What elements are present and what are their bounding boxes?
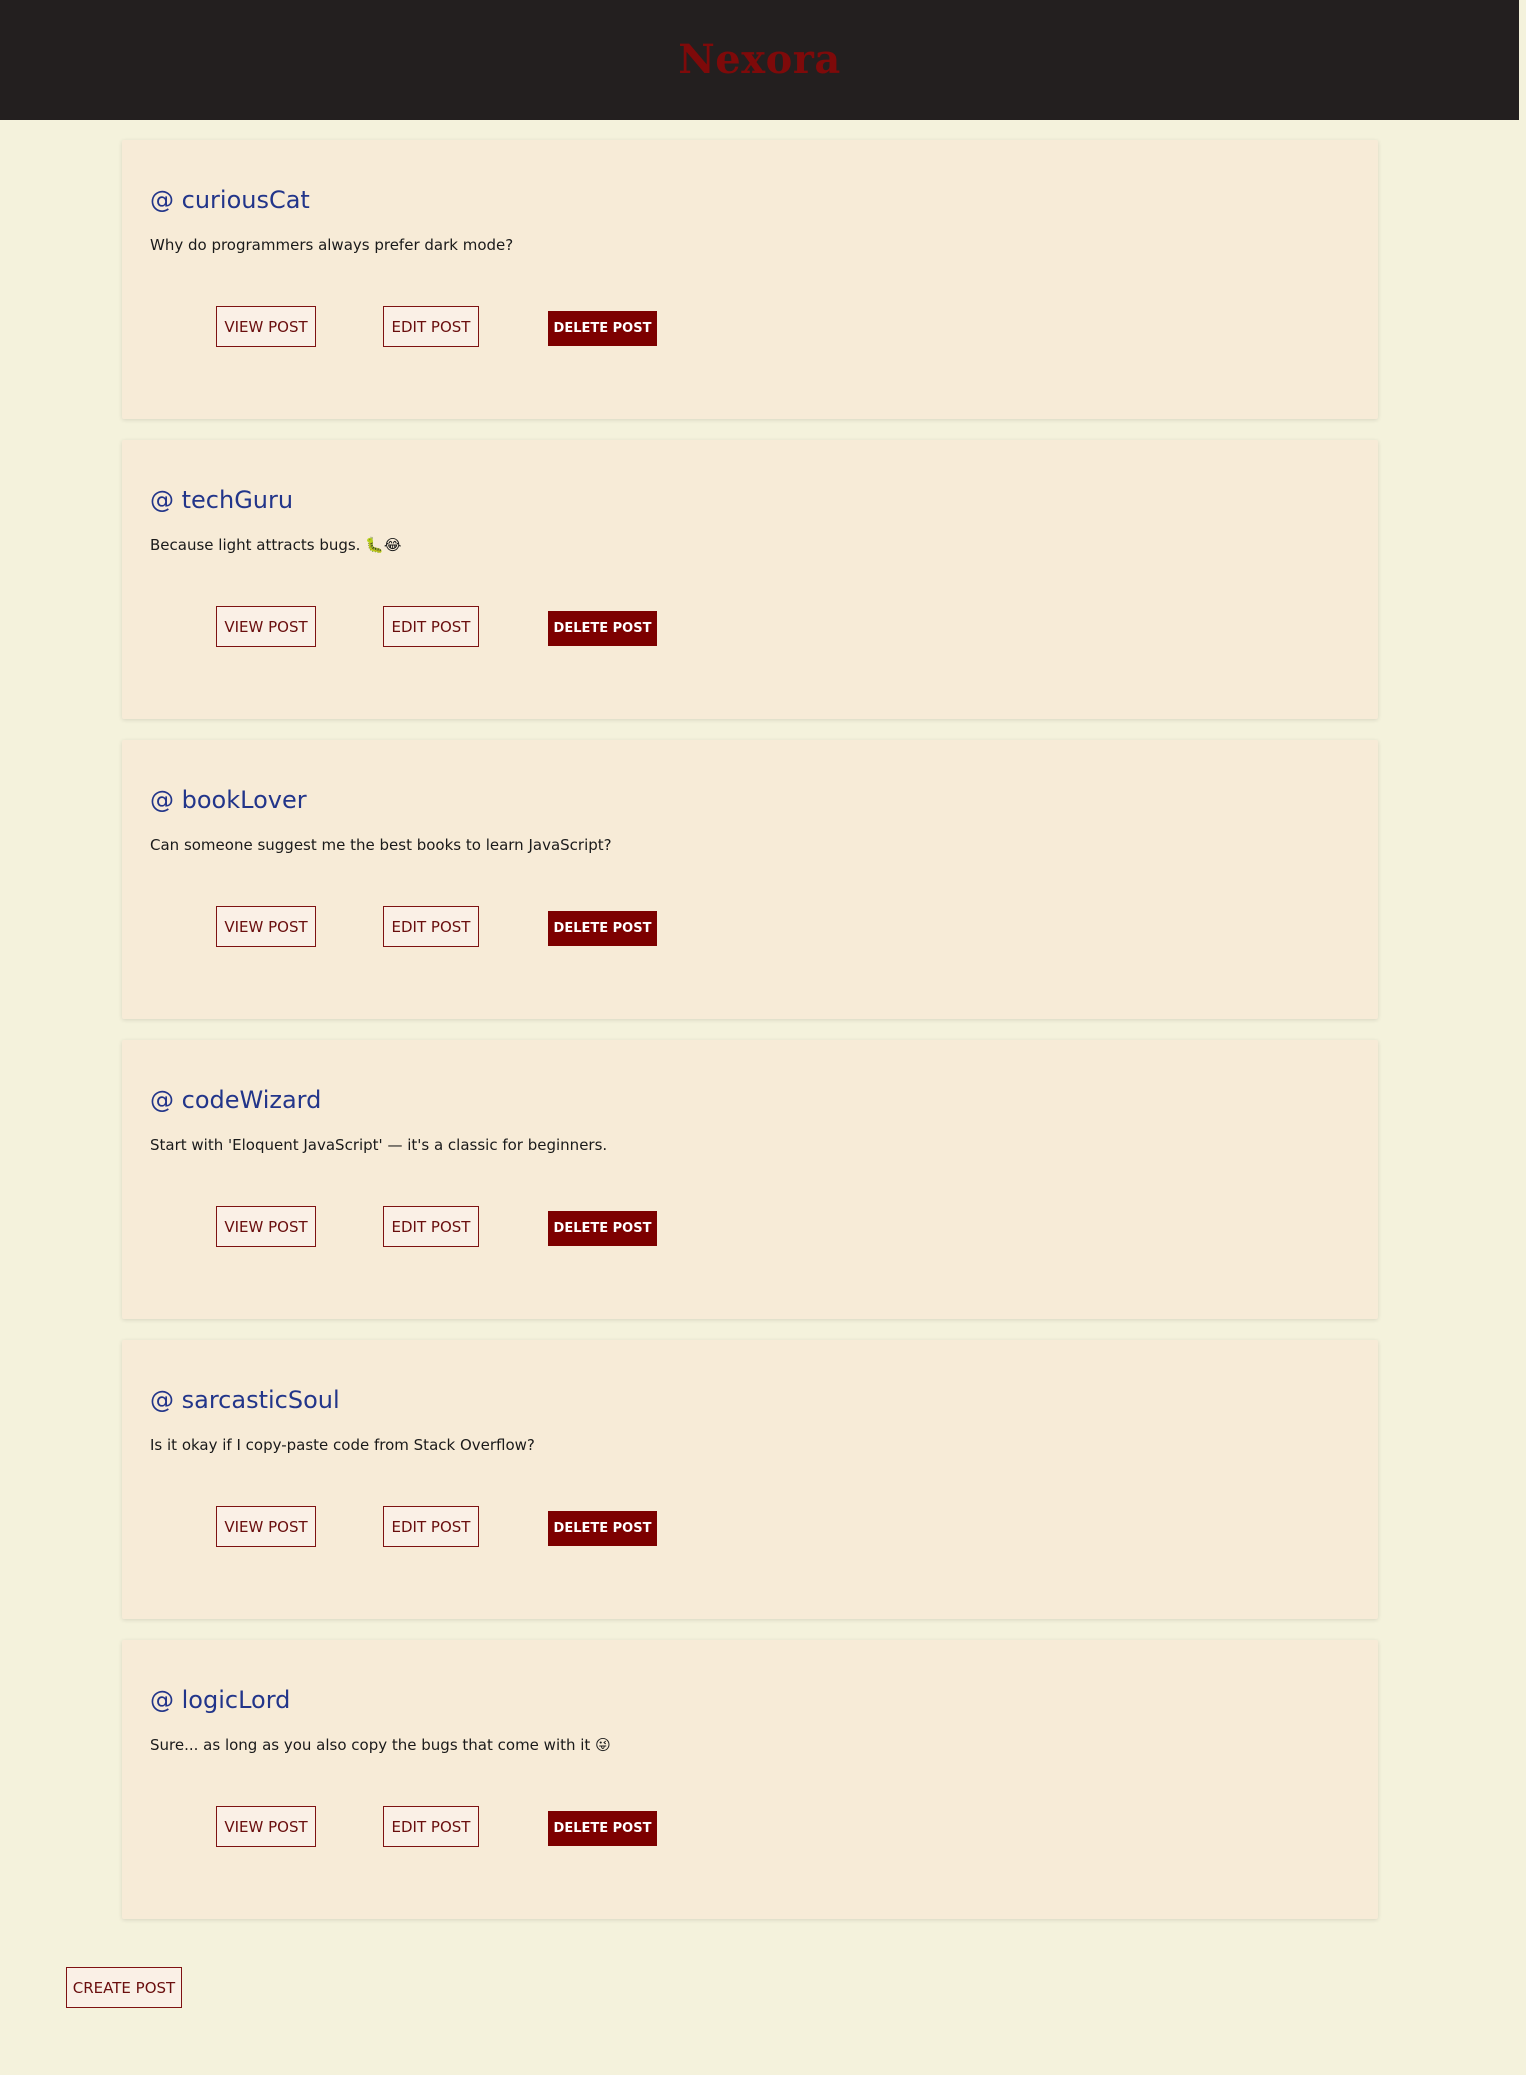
view-post-button[interactable]: VIEW POST xyxy=(216,1506,316,1547)
post-content: Why do programmers always prefer dark mo… xyxy=(150,236,514,254)
create-post-button[interactable]: CREATE POST xyxy=(66,1967,182,2008)
post-card: @ techGuru Because light attracts bugs. … xyxy=(122,440,1378,719)
edit-post-button[interactable]: EDIT POST xyxy=(383,306,479,347)
app-header: Nexora xyxy=(0,0,1519,120)
view-post-button[interactable]: VIEW POST xyxy=(216,306,316,347)
edit-post-button[interactable]: EDIT POST xyxy=(383,606,479,647)
post-card: @ codeWizard Start with 'Eloquent JavaSc… xyxy=(122,1040,1378,1319)
brand-title: Nexora xyxy=(678,35,841,83)
delete-post-button[interactable]: DELETE POST xyxy=(548,1811,657,1846)
post-card: @ logicLord Sure... as long as you also … xyxy=(122,1640,1378,1919)
delete-post-button[interactable]: DELETE POST xyxy=(548,1511,657,1546)
post-content: Because light attracts bugs. 🐛😂 xyxy=(150,536,402,554)
post-card: @ curiousCat Why do programmers always p… xyxy=(122,140,1378,419)
post-username: @ curiousCat xyxy=(150,186,310,214)
edit-post-button[interactable]: EDIT POST xyxy=(383,1506,479,1547)
post-username: @ logicLord xyxy=(150,1686,291,1714)
post-content: Is it okay if I copy-paste code from Sta… xyxy=(150,1436,535,1454)
edit-post-button[interactable]: EDIT POST xyxy=(383,1806,479,1847)
post-list: @ curiousCat Why do programmers always p… xyxy=(122,140,1378,1940)
post-username: @ techGuru xyxy=(150,486,294,514)
post-username: @ codeWizard xyxy=(150,1086,322,1114)
view-post-button[interactable]: VIEW POST xyxy=(216,1206,316,1247)
post-username: @ sarcasticSoul xyxy=(150,1386,340,1414)
view-post-button[interactable]: VIEW POST xyxy=(216,906,316,947)
post-content: Sure... as long as you also copy the bug… xyxy=(150,1736,611,1754)
edit-post-button[interactable]: EDIT POST xyxy=(383,1206,479,1247)
post-card: @ sarcasticSoul Is it okay if I copy-pas… xyxy=(122,1340,1378,1619)
view-post-button[interactable]: VIEW POST xyxy=(216,606,316,647)
view-post-button[interactable]: VIEW POST xyxy=(216,1806,316,1847)
post-card: @ bookLover Can someone suggest me the b… xyxy=(122,740,1378,1019)
delete-post-button[interactable]: DELETE POST xyxy=(548,1211,657,1246)
edit-post-button[interactable]: EDIT POST xyxy=(383,906,479,947)
post-content: Can someone suggest me the best books to… xyxy=(150,836,612,854)
delete-post-button[interactable]: DELETE POST xyxy=(548,611,657,646)
post-content: Start with 'Eloquent JavaScript' — it's … xyxy=(150,1136,608,1154)
delete-post-button[interactable]: DELETE POST xyxy=(548,911,657,946)
delete-post-button[interactable]: DELETE POST xyxy=(548,311,657,346)
post-username: @ bookLover xyxy=(150,786,307,814)
